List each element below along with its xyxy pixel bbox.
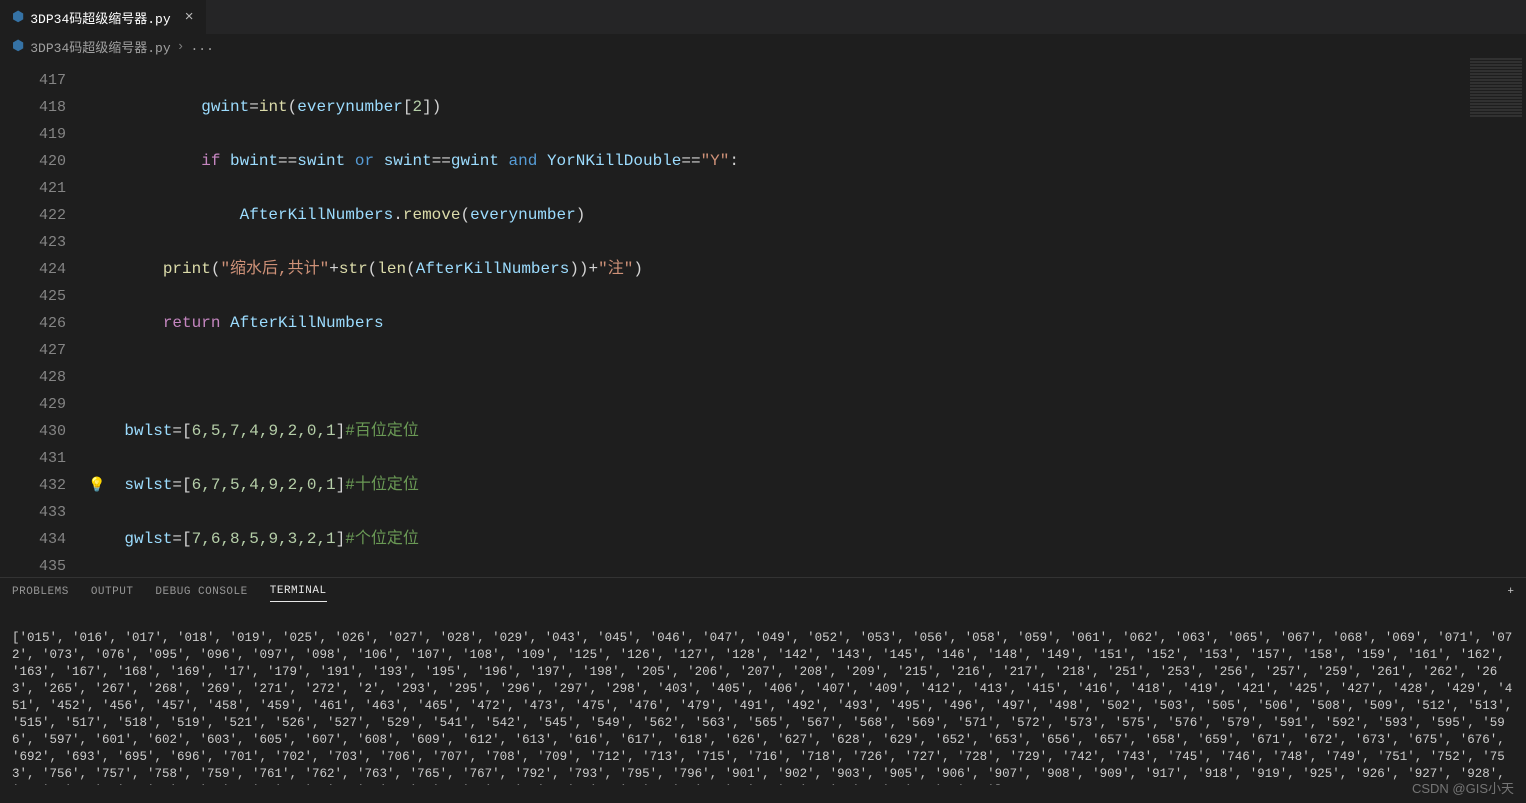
python-file-icon: ⬢ [12,38,24,55]
code-line: AfterKillNumbers.remove(everynumber) [86,202,1526,229]
line-number: 433 [0,499,66,526]
code-line: gwlst=[7,6,8,5,9,3,2,1]#个位定位 [86,526,1526,553]
chevron-right-icon: › [177,39,185,54]
close-tab-icon[interactable]: × [185,9,194,26]
watermark: CSDN @GIS小天 [1412,778,1514,797]
code-line: print("缩水后,共计"+str(len(AfterKillNumbers)… [86,256,1526,283]
line-number: 427 [0,337,66,364]
code-line: gwint=int(everynumber[2]) [86,94,1526,121]
code-line: return AfterKillNumbers [86,310,1526,337]
panel-tab-bar: PROBLEMS OUTPUT DEBUG CONSOLE TERMINAL + [0,577,1526,605]
breadcrumb-ellipsis[interactable]: ... [190,39,213,54]
tab-debug-console[interactable]: DEBUG CONSOLE [155,582,247,602]
tab-problems[interactable]: PROBLEMS [12,582,69,602]
terminal-panel[interactable]: ['015', '016', '017', '018', '019', '025… [0,605,1526,785]
python-file-icon: ⬢ [12,9,24,26]
line-number: 431 [0,445,66,472]
line-number: 418 [0,94,66,121]
panel-actions: + [1507,586,1514,598]
tab-terminal[interactable]: TERMINAL [270,581,327,602]
code-line: if bwint==swint or swint==gwint and YorN… [86,148,1526,175]
tab-output[interactable]: OUTPUT [91,582,134,602]
line-number: 421 [0,175,66,202]
code-editor[interactable]: 417 418 419 420 421 422 423 424 425 426 … [0,57,1526,577]
add-icon[interactable]: + [1507,586,1514,598]
line-number: 430 [0,418,66,445]
line-number: 435 [0,553,66,577]
code-line: bwlst=[6,5,7,4,9,2,0,1]#百位定位 [86,418,1526,445]
line-number: 434 [0,526,66,553]
line-number: 426 [0,310,66,337]
code-line: swlst=[6,7,5,4,9,2,0,1]#十位定位 [86,472,1526,499]
line-number-gutter: 417 418 419 420 421 422 423 424 425 426 … [0,57,86,577]
line-number: 419 [0,121,66,148]
minimap[interactable] [1466,57,1526,577]
line-number: 432 [0,472,66,499]
lightbulb-icon[interactable]: 💡 [88,477,102,491]
line-number: 429 [0,391,66,418]
line-number: 428 [0,364,66,391]
line-number: 422 [0,202,66,229]
terminal-output: ['015', '016', '017', '018', '019', '025… [12,630,1514,785]
line-number: 423 [0,229,66,256]
line-number: 424 [0,256,66,283]
tab-filename: 3DP34码超级缩号器.py [30,8,170,27]
line-number: 420 [0,148,66,175]
tab-bar: ⬢ 3DP34码超级缩号器.py × [0,0,1526,35]
code-line [86,364,1526,391]
code-content[interactable]: gwint=int(everynumber[2]) if bwint==swin… [86,57,1526,577]
line-number: 417 [0,67,66,94]
breadcrumb: ⬢ 3DP34码超级缩号器.py › ... [0,35,1526,57]
line-number: 425 [0,283,66,310]
editor-tab-active[interactable]: ⬢ 3DP34码超级缩号器.py × [0,0,206,34]
breadcrumb-file[interactable]: 3DP34码超级缩号器.py [30,37,170,56]
